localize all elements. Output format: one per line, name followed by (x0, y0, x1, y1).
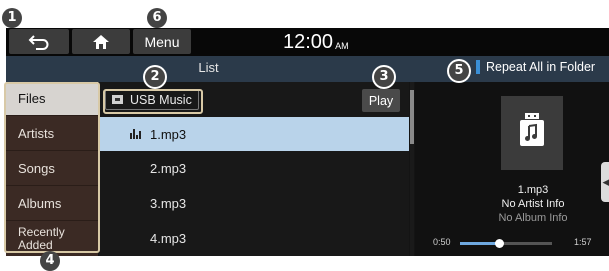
callout-3: 3 (374, 67, 394, 87)
album-art (501, 96, 563, 170)
page-title: List (198, 60, 219, 75)
total-time: 1:57 (574, 237, 592, 247)
list-item[interactable]: 2.mp3 (99, 151, 409, 185)
menu-button[interactable]: Menu (133, 29, 191, 54)
title-bar: List Repeat All in Folder (6, 56, 609, 82)
home-icon (93, 34, 109, 49)
home-button[interactable] (72, 29, 130, 54)
callout-5: 5 (449, 61, 469, 81)
list-item[interactable]: 1.mp3 (99, 117, 409, 151)
usb-music-icon (520, 113, 544, 146)
repeat-mode-button[interactable]: Repeat All in Folder (476, 60, 595, 74)
top-bar: Menu 12:00 AM (6, 28, 609, 56)
progress-fill (460, 242, 500, 245)
back-arrow-icon (28, 34, 49, 50)
path-highlight-frame (103, 89, 203, 114)
repeat-indicator-icon (476, 60, 480, 74)
back-button[interactable] (9, 29, 69, 54)
play-button[interactable]: Play (362, 89, 400, 112)
song-album: No Album Info (498, 212, 568, 224)
callout-2: 2 (145, 67, 165, 87)
clock-time: 12:00 (283, 31, 334, 53)
scrollbar-thumb[interactable] (410, 90, 414, 144)
list-scrollbar[interactable] (410, 82, 414, 256)
elapsed-time: 0:50 (433, 237, 451, 247)
repeat-mode-label: Repeat All in Folder (486, 60, 596, 74)
categories-highlight-frame (4, 82, 100, 253)
clock: 12:00 AM (283, 31, 349, 54)
now-playing-icon (130, 129, 142, 139)
callout-4: 4 (40, 251, 60, 271)
callout-6: 6 (147, 8, 167, 28)
progress-knob[interactable] (495, 239, 505, 248)
list-item[interactable]: 4.mp3 (99, 221, 409, 255)
list-item-label: 2.mp3 (150, 160, 187, 176)
now-playing-panel: 1.mp3 No Artist Info No Album Info 0:50 … (415, 82, 609, 256)
list-item-label: 3.mp3 (150, 195, 187, 211)
clock-ampm: AM (335, 41, 349, 51)
side-panel-tab[interactable]: ◀ (601, 162, 609, 202)
list-item-label: 4.mp3 (150, 230, 187, 246)
list-item-label: 1.mp3 (150, 126, 187, 142)
chevron-left-icon: ◀ (602, 177, 609, 187)
progress-bar[interactable] (460, 239, 552, 248)
song-title: 1.mp3 (517, 184, 549, 196)
list-item[interactable]: 3.mp3 (99, 186, 409, 220)
callout-1: 1 (2, 8, 22, 28)
song-artist: No Artist Info (501, 198, 565, 210)
